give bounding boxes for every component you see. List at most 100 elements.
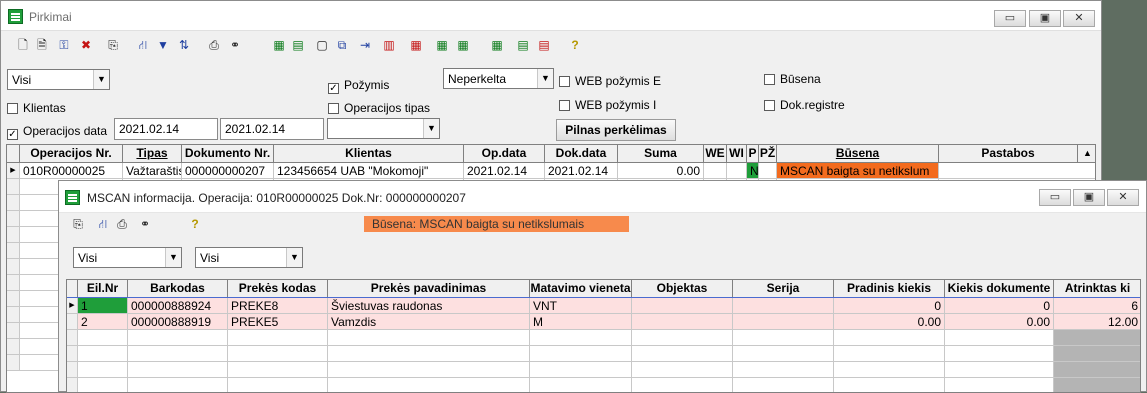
row-selector[interactable] xyxy=(7,275,20,290)
column-header[interactable]: Klientas xyxy=(274,145,464,162)
hierarchy-icon[interactable]: ⛙ xyxy=(135,37,151,53)
row-selector[interactable] xyxy=(7,243,20,258)
row-selector[interactable]: ▶ xyxy=(67,298,78,313)
row-selector[interactable] xyxy=(7,211,20,226)
row-selector[interactable] xyxy=(7,227,20,242)
maximize-button[interactable]: ▣ xyxy=(1073,189,1105,206)
grid-green-icon[interactable]: ▦ xyxy=(434,37,450,53)
filter-icon[interactable]: ▼ xyxy=(155,37,171,53)
column-header[interactable]: Operacijos Nr. xyxy=(20,145,123,162)
table-row[interactable] xyxy=(67,330,1140,346)
insert-icon[interactable]: ⇥ xyxy=(357,37,373,53)
row-selector[interactable] xyxy=(7,307,20,322)
table-row[interactable]: ▶ 010R00000025 Važtaraštis 000000000207 1234… xyxy=(7,163,1095,179)
column-header[interactable]: Prekės pavadinimas xyxy=(328,280,530,297)
row-selector[interactable] xyxy=(7,323,20,338)
add-row-icon[interactable]: ▤ xyxy=(290,37,306,53)
doc-icon[interactable]: 🗎 xyxy=(34,37,50,53)
pozymis-select[interactable]: Neperkelta ▼ xyxy=(443,68,554,89)
grid-edit-icon[interactable]: ▤ xyxy=(515,37,531,53)
row-selector[interactable] xyxy=(67,378,78,392)
tree-icon[interactable]: ⚿ xyxy=(56,37,72,53)
new-doc-icon[interactable]: 🗋 xyxy=(15,37,31,53)
print-icon[interactable]: ⎙ xyxy=(206,37,222,53)
row-selector[interactable] xyxy=(7,355,20,370)
table-row[interactable] xyxy=(67,362,1140,378)
copy-icon[interactable]: ⎘ xyxy=(70,216,86,232)
busena-checkbox[interactable]: Būsena xyxy=(764,72,821,86)
help-icon[interactable]: ? xyxy=(187,216,203,232)
date-from-field[interactable]: 2021.02.14 xyxy=(114,118,218,140)
column-header[interactable]: Pradinis kiekis xyxy=(834,280,945,297)
link-icon[interactable]: ⧉ xyxy=(334,37,350,53)
column-header[interactable]: Eil.Nr xyxy=(78,280,128,297)
minimize-button[interactable]: ▭ xyxy=(1039,189,1071,206)
page-icon[interactable]: ▢ xyxy=(314,37,330,53)
grid-add-icon[interactable]: ▦ xyxy=(489,37,505,53)
grid-green2-icon[interactable]: ▦ xyxy=(455,37,471,53)
table-row[interactable]: 2 000000888919 PREKE5 Vamzdis M 0.00 0.00 12.00 xyxy=(67,314,1140,330)
column-header[interactable]: Būsena xyxy=(777,145,939,162)
close-button[interactable]: ✕ xyxy=(1107,189,1139,206)
table-icon[interactable]: ▥ xyxy=(381,37,397,53)
maximize-button[interactable]: ▣ xyxy=(1029,10,1061,27)
date-to-field[interactable]: 2021.02.14 xyxy=(220,118,324,140)
title-bar[interactable]: Pirkimai ▭ ▣ ✕ xyxy=(1,1,1101,31)
mscan-items-grid[interactable]: Eil.Nr Barkodas Prekės kodas Prekės pavadin… xyxy=(66,279,1141,393)
column-header[interactable]: Atrinktas ki xyxy=(1054,280,1140,297)
delete-icon[interactable]: ✖ xyxy=(78,37,94,53)
close-button[interactable]: ✕ xyxy=(1063,10,1095,27)
scope-select[interactable]: Visi ▼ xyxy=(7,69,110,90)
row-selector[interactable] xyxy=(67,314,78,329)
row-selector[interactable] xyxy=(7,195,20,210)
row-selector[interactable] xyxy=(7,179,20,194)
web-pozymis-i-checkbox[interactable]: WEB požymis I xyxy=(559,98,656,112)
filter-select-2[interactable]: Visi ▼ xyxy=(195,247,303,268)
import-icon[interactable]: ▦ xyxy=(271,37,287,53)
column-header[interactable]: Dokumento Nr. xyxy=(182,145,274,162)
operacijos-data-checkbox[interactable]: ✓ Operacijos data xyxy=(7,124,107,140)
column-header[interactable]: Prekės kodas xyxy=(228,280,328,297)
column-header[interactable]: P xyxy=(747,145,759,162)
column-header[interactable]: Objektas xyxy=(632,280,733,297)
pozymis-checkbox[interactable]: ✓ Požymis xyxy=(328,78,389,94)
copy-icon[interactable]: ⎘ xyxy=(105,37,121,53)
column-header[interactable]: Tipas xyxy=(123,145,182,162)
row-selector[interactable] xyxy=(67,346,78,361)
help-icon[interactable]: ? xyxy=(567,37,583,53)
pilnas-perkelimas-button[interactable]: Pilnas perkėlimas xyxy=(556,119,676,141)
column-header[interactable]: Matavimo vieneta xyxy=(530,280,632,297)
web-pozymis-e-checkbox[interactable]: WEB požymis E xyxy=(559,74,661,88)
column-header[interactable]: WE xyxy=(704,145,727,162)
binoculars-icon[interactable]: ⚭ xyxy=(137,216,153,232)
table-row[interactable] xyxy=(67,378,1140,392)
hierarchy-icon[interactable]: ⛙ xyxy=(95,216,111,232)
klientas-checkbox[interactable]: Klientas xyxy=(7,101,66,115)
print-icon[interactable]: ⎙ xyxy=(114,216,130,232)
dok-registre-checkbox[interactable]: Dok.registre xyxy=(764,98,845,112)
column-header[interactable]: Serija xyxy=(733,280,834,297)
table-row[interactable]: ▶ 1 000000888924 PREKE8 Šviestuvas raudonas V… xyxy=(67,297,1140,315)
row-selector[interactable] xyxy=(7,259,20,274)
export-icon[interactable]: ▦ xyxy=(408,37,424,53)
operacijos-tipas-checkbox[interactable]: Operacijos tipas xyxy=(328,101,430,115)
minimize-button[interactable]: ▭ xyxy=(994,10,1026,27)
binoculars-icon[interactable]: ⚭ xyxy=(227,37,243,53)
table-row[interactable] xyxy=(67,346,1140,362)
column-header[interactable]: Barkodas xyxy=(128,280,228,297)
column-header[interactable]: WI xyxy=(727,145,747,162)
column-header[interactable]: Suma xyxy=(618,145,704,162)
column-header[interactable]: Op.data xyxy=(464,145,545,162)
row-selector[interactable] xyxy=(7,291,20,306)
row-selector[interactable] xyxy=(67,362,78,377)
child-title-bar[interactable]: MSCAN informacija. Operacija: 010R000000… xyxy=(59,181,1146,213)
operacijos-tipas-select[interactable]: ▼ xyxy=(327,118,440,139)
sort-icon[interactable]: ⇅ xyxy=(176,37,192,53)
grid-remove-icon[interactable]: ▤ xyxy=(536,37,552,53)
column-header[interactable]: PŽ xyxy=(759,145,777,162)
column-header[interactable]: Kiekis dokumente xyxy=(945,280,1054,297)
column-header[interactable]: Dok.data xyxy=(545,145,618,162)
column-header[interactable]: Pastabos xyxy=(939,145,1078,162)
row-selector[interactable]: ▶ xyxy=(7,163,20,178)
filter-select-1[interactable]: Visi ▼ xyxy=(73,247,182,268)
